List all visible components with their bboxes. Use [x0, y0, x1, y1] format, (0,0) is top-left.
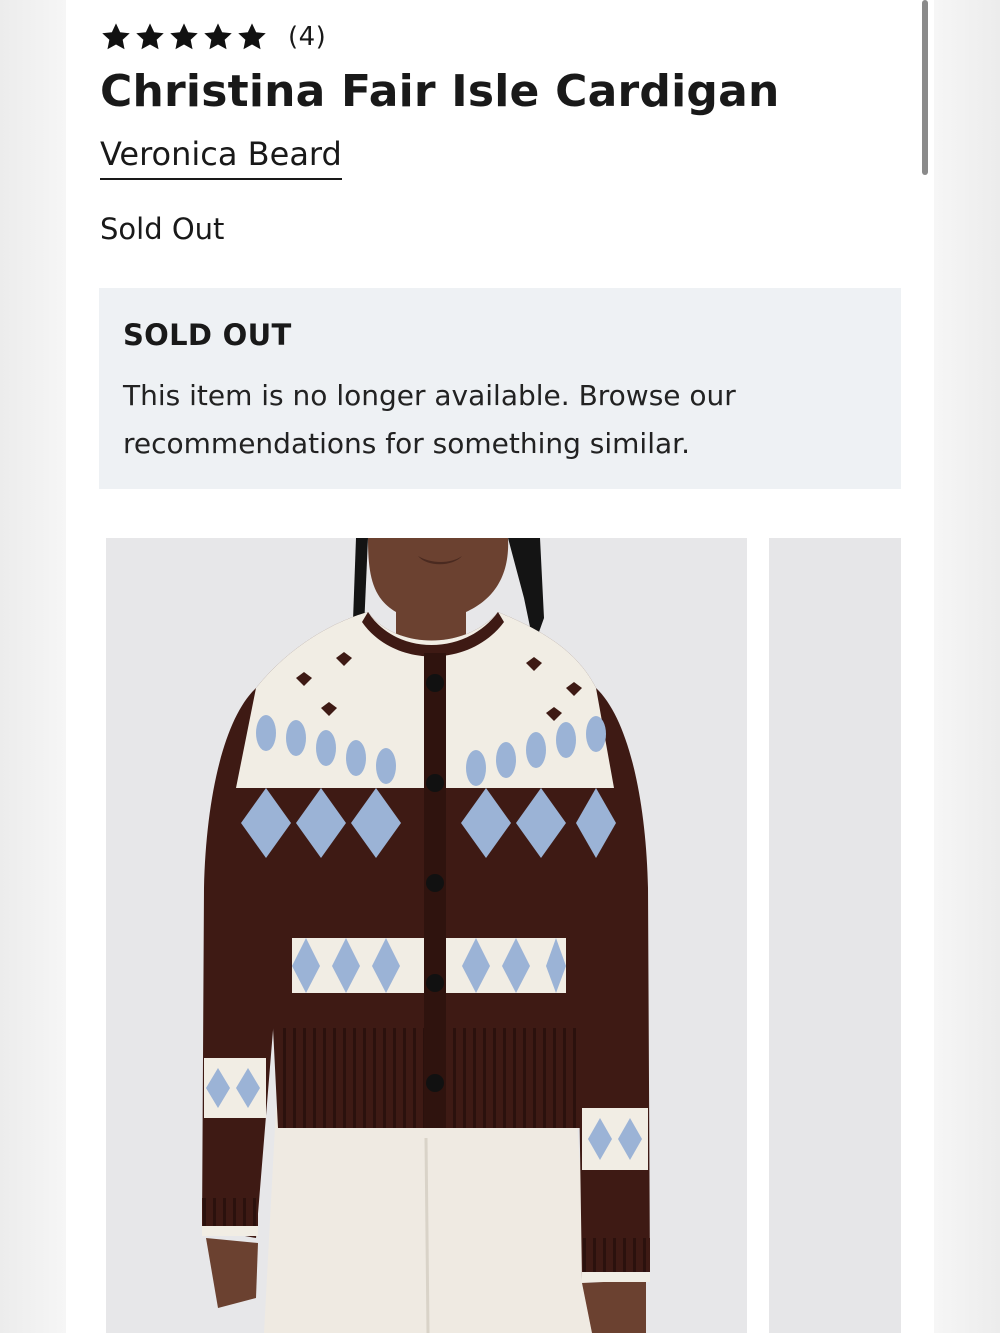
star-icon — [204, 23, 232, 50]
review-count[interactable]: (4) — [288, 22, 326, 52]
page-scrollbar[interactable] — [922, 0, 928, 175]
notice-message: This item is no longer available. Browse… — [123, 379, 736, 460]
sold-out-notice: SOLD OUT This item is no longer availabl… — [99, 288, 901, 489]
cardigan-illustration — [106, 538, 747, 1333]
brand-link[interactable]: Veronica Beard — [100, 134, 342, 180]
background-right — [934, 0, 1000, 1333]
notice-title: SOLD OUT — [123, 318, 292, 352]
product-title: Christina Fair Isle Cardigan — [100, 66, 780, 117]
background-left — [0, 0, 66, 1333]
product-card: (4) Christina Fair Isle Cardigan Veronic… — [66, 0, 934, 1333]
star-icon — [136, 23, 164, 50]
availability-status: Sold Out — [100, 212, 225, 246]
product-photo-cardigan-front[interactable] — [106, 538, 747, 1333]
star-rating — [100, 21, 268, 53]
product-image-gallery[interactable] — [106, 538, 901, 1333]
star-icon — [170, 23, 198, 50]
rating-summary[interactable]: (4) — [100, 18, 326, 56]
star-icon — [238, 23, 266, 50]
star-icon — [102, 23, 130, 50]
product-photo-next-peek[interactable] — [769, 538, 901, 1333]
